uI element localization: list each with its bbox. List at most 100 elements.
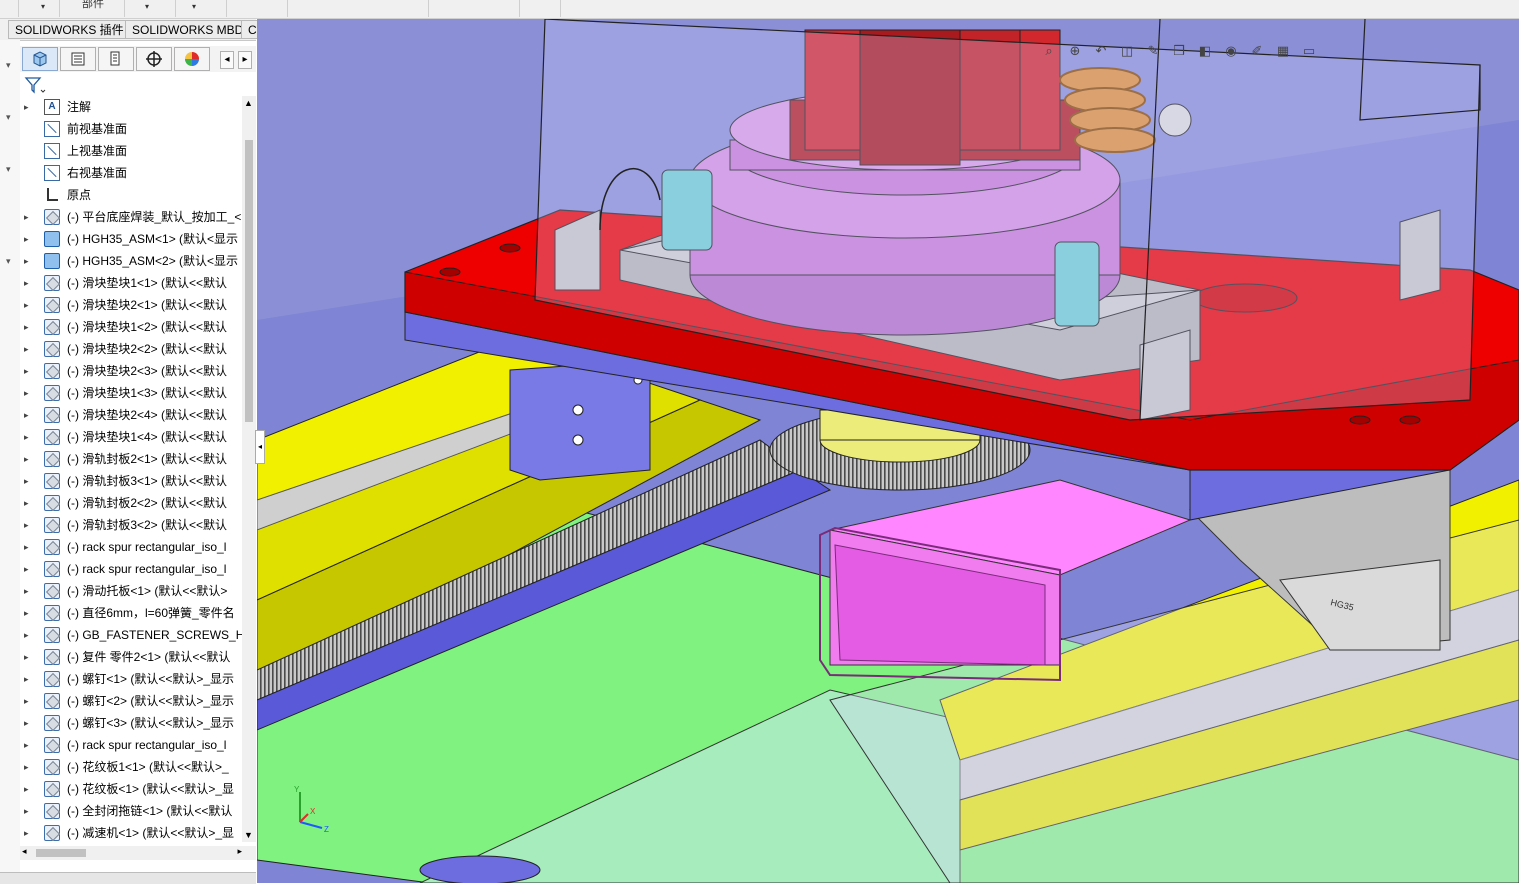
expand-arrow-icon[interactable]: ▸ [24, 624, 34, 646]
expand-arrow-icon[interactable]: ▸ [24, 250, 34, 272]
display-style-icon[interactable]: ◧ [1195, 41, 1215, 61]
expand-arrow-icon[interactable]: ▸ [24, 690, 34, 712]
feature-tree-item[interactable]: ▸ (-) 滑轨封板3<2> (默认<<默认 [20, 514, 242, 536]
collapse-icon[interactable]: ▾ [6, 164, 11, 175]
expand-arrow-icon[interactable]: ▸ [24, 404, 34, 426]
scroll-right-icon[interactable]: ▸ [237, 846, 242, 857]
expand-arrow-icon[interactable]: ▸ [24, 382, 34, 404]
feature-tree-item[interactable]: ▸ (-) 滑块垫块2<4> (默认<<默认 [20, 404, 242, 426]
feature-tree-item[interactable]: ▸ (-) 螺钉<1> (默认<<默认>_显示 [20, 668, 242, 690]
feature-tree-item[interactable]: ▸ (-) 滑块垫块2<2> (默认<<默认 [20, 338, 242, 360]
expand-arrow-icon[interactable]: ▸ [24, 316, 34, 338]
expand-arrow-icon[interactable]: ▸ [24, 558, 34, 580]
feature-tree-item[interactable]: 前视基准面 [20, 118, 242, 140]
expand-arrow-icon[interactable]: ▸ [24, 536, 34, 558]
feature-tree-item[interactable]: ▸ (-) 滑块垫块2<1> (默认<<默认 [20, 294, 242, 316]
dynamic-annotation-icon[interactable]: ✎ [1143, 41, 1163, 61]
tree-horizontal-scrollbar[interactable]: ◂ ▸ [20, 846, 256, 860]
configurationmanager-tab[interactable] [98, 47, 134, 71]
feature-tree-item[interactable]: ▸ (-) rack spur rectangular_iso_l [20, 734, 242, 756]
expand-arrow-icon[interactable]: ▸ [24, 294, 34, 316]
feature-tree-item[interactable]: ▸ (-) 螺钉<3> (默认<<默认>_显示 [20, 712, 242, 734]
feature-tree-filter[interactable] [20, 74, 256, 97]
featuremanager-tab[interactable] [22, 47, 58, 71]
toolbar-dropdown[interactable]: ▾ [176, 0, 227, 17]
feature-tree-item[interactable]: ▸ (-) 平台底座焊装_默认_按加工_< [20, 206, 242, 228]
expand-arrow-icon[interactable]: ▸ [24, 734, 34, 756]
feature-tree-item[interactable]: ▸ (-) 滑轨封板3<1> (默认<<默认 [20, 470, 242, 492]
expand-arrow-icon[interactable]: ▸ [24, 470, 34, 492]
feature-tree-item[interactable]: ▸ (-) HGH35_ASM<2> (默认<显示 [20, 250, 242, 272]
feature-tree-item[interactable]: ▸ (-) 全封闭拖链<1> (默认<<默认 [20, 800, 242, 822]
toolbar-cell[interactable] [429, 0, 520, 17]
tab-scroll-right-icon[interactable]: ▸ [238, 51, 252, 69]
propertymanager-tab[interactable] [60, 47, 96, 71]
expand-arrow-icon[interactable]: ▸ [24, 580, 34, 602]
feature-tree-item[interactable]: ▸ (-) 滑块垫块1<3> (默认<<默认 [20, 382, 242, 404]
feature-tree-item[interactable]: ▸ (-) 复件 零件2<1> (默认<<默认 [20, 646, 242, 668]
toolbar-cell[interactable] [227, 0, 288, 17]
feature-tree-item[interactable]: ▸ (-) 滑动托板<1> (默认<<默认> [20, 580, 242, 602]
graphics-viewport[interactable]: HG35 ⌕ ⊕ ↶ ◫ ✎ ❒ ◧ ◉ ✐ ▦ ▭ Y Z X [257, 19, 1519, 883]
tab-scroll-left-icon[interactable]: ◂ [220, 51, 234, 69]
feature-tree-item[interactable]: 原点 [20, 184, 242, 206]
expand-arrow-icon[interactable]: ▸ [24, 646, 34, 668]
feature-tree-item[interactable]: ▸ (-) 滑轨封板2<2> (默认<<默认 [20, 492, 242, 514]
apply-scene-icon[interactable]: ▦ [1273, 41, 1293, 61]
dimxpertmanager-tab[interactable] [136, 47, 172, 71]
tab-solidworks-mbd[interactable]: SOLIDWORKS MBD [125, 20, 251, 39]
expand-arrow-icon[interactable]: ▸ [24, 272, 34, 294]
edit-appearance-icon[interactable]: ✐ [1247, 41, 1267, 61]
collapse-icon[interactable]: ▾ [6, 112, 11, 123]
expand-arrow-icon[interactable]: ▸ [24, 514, 34, 536]
feature-tree-item[interactable]: ▸ (-) 滑块垫块1<1> (默认<<默认 [20, 272, 242, 294]
zoom-area-icon[interactable]: ⊕ [1065, 41, 1085, 61]
expand-arrow-icon[interactable]: ▸ [24, 602, 34, 624]
tree-vertical-scrollbar[interactable]: ▲ ▼ [242, 96, 256, 842]
expand-arrow-icon[interactable]: ▸ [24, 228, 34, 250]
feature-tree-item[interactable]: ▸ (-) 花纹板<1> (默认<<默认>_显 [20, 778, 242, 800]
expand-arrow-icon[interactable]: ▸ [24, 426, 34, 448]
collapse-icon[interactable]: ▾ [6, 256, 11, 267]
displaymanager-tab[interactable] [174, 47, 210, 71]
view-settings-icon[interactable]: ▭ [1299, 41, 1319, 61]
feature-tree-item[interactable]: ▸ (-) 花纹板1<1> (默认<<默认>_ [20, 756, 242, 778]
expand-arrow-icon[interactable]: ▸ [24, 800, 34, 822]
expand-arrow-icon[interactable]: ▸ [24, 492, 34, 514]
expand-arrow-icon[interactable]: ▸ [24, 822, 34, 844]
feature-tree-item[interactable]: ▸ (-) GB_FASTENER_SCREWS_HS [20, 624, 242, 646]
feature-tree-item[interactable]: ▸ (-) HGH35_ASM<1> (默认<显示 [20, 228, 242, 250]
view-orientation-icon[interactable]: ❒ [1169, 41, 1189, 61]
section-view-icon[interactable]: ◫ [1117, 41, 1137, 61]
zoom-to-fit-icon[interactable]: ⌕ [1039, 41, 1059, 61]
expand-arrow-icon[interactable]: ▸ [24, 360, 34, 382]
toolbar-cell[interactable] [0, 0, 19, 17]
scroll-left-icon[interactable]: ◂ [22, 846, 27, 857]
expand-arrow-icon[interactable]: ▸ [24, 96, 34, 118]
feature-tree-item[interactable]: ▸ (-) rack spur rectangular_iso_l [20, 536, 242, 558]
expand-arrow-icon[interactable]: ▸ [24, 712, 34, 734]
scroll-up-icon[interactable]: ▲ [244, 98, 253, 108]
feature-tree-item[interactable]: ▸ (-) 直径6mm，l=60弹簧_零件名 [20, 602, 242, 624]
feature-tree-item[interactable]: ▸ (-) 螺钉<2> (默认<<默认>_显示 [20, 690, 242, 712]
feature-tree-item[interactable]: ▸ (-) 滑块垫块2<3> (默认<<默认 [20, 360, 242, 382]
tab-solidworks-addins[interactable]: SOLIDWORKS 插件 [8, 20, 131, 39]
panel-collapse-grip[interactable]: ◂ [255, 430, 265, 464]
expand-arrow-icon[interactable]: ▸ [24, 448, 34, 470]
expand-arrow-icon[interactable]: ▸ [24, 206, 34, 228]
feature-tree-item[interactable]: ▸ (-) 滑块垫块1<4> (默认<<默认 [20, 426, 242, 448]
feature-tree-item[interactable]: ▸ (-) 滑轨封板2<1> (默认<<默认 [20, 448, 242, 470]
previous-view-icon[interactable]: ↶ [1091, 41, 1111, 61]
expand-arrow-icon[interactable]: ▸ [24, 756, 34, 778]
feature-tree-item[interactable]: ▸ A 注解 [20, 96, 242, 118]
scroll-down-icon[interactable]: ▼ [244, 830, 253, 840]
toolbar-cell[interactable] [288, 0, 429, 17]
feature-tree-item[interactable]: 上视基准面 [20, 140, 242, 162]
toolbar-cell[interactable]: 部件 [60, 0, 125, 17]
feature-tree-item[interactable]: ▸ (-) rack spur rectangular_iso_l [20, 558, 242, 580]
feature-tree-item[interactable]: ▸ (-) 滑块垫块1<2> (默认<<默认 [20, 316, 242, 338]
scrollbar-thumb[interactable] [36, 849, 86, 857]
toolbar-cell[interactable] [520, 0, 561, 17]
scrollbar-thumb[interactable] [245, 140, 253, 422]
feature-tree-item[interactable]: 右视基准面 [20, 162, 242, 184]
